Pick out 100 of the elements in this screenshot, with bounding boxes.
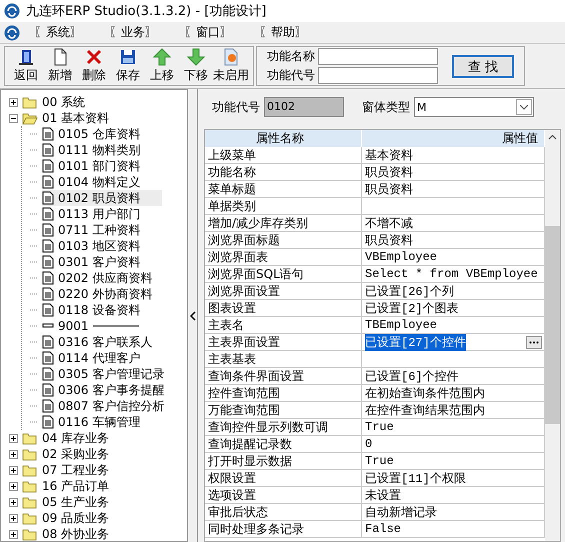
field-label: 功能代号 xyxy=(212,98,260,116)
tree-item[interactable]: 08 外协业务 xyxy=(22,526,142,541)
property-value[interactable]: 已设置[26]个列 xyxy=(362,283,545,300)
tree-item[interactable]: 0114 代理客户 xyxy=(42,350,162,366)
property-value[interactable]: 已设置[2]个图表 xyxy=(362,300,545,317)
property-name: 控件查询范围 xyxy=(205,385,362,402)
expand-icon[interactable] xyxy=(9,530,18,538)
document-icon xyxy=(42,239,54,253)
tree-item[interactable]: 0103 地区资料 xyxy=(42,238,162,254)
search-field[interactable] xyxy=(318,67,438,84)
menu-item[interactable]: 〖窗口〗 xyxy=(170,24,245,41)
more-button[interactable] xyxy=(526,336,542,348)
property-value[interactable]: 不增不减 xyxy=(362,215,545,232)
type-select[interactable]: M xyxy=(414,97,534,117)
menu-item[interactable]: 〖系统〗 xyxy=(20,24,95,41)
tree-connector xyxy=(30,341,38,343)
document-icon xyxy=(42,399,54,413)
property-value[interactable]: 在初始查询条件范围内 xyxy=(362,385,545,402)
code-field[interactable]: 0102 xyxy=(264,97,344,117)
property-value[interactable]: 已设置[11]个权限 xyxy=(362,470,545,487)
property-name: 主表界面设置 xyxy=(205,334,362,351)
toolbar-button[interactable]: 删除 xyxy=(77,47,111,85)
tree-item[interactable]: 07 工程业务 xyxy=(22,462,142,478)
toolbar-button[interactable]: 未启用 xyxy=(213,47,249,85)
tree-item[interactable]: 0102 职员资料 xyxy=(42,190,162,206)
tree-item[interactable]: 0105 仓库资料 xyxy=(42,126,162,142)
tree-item[interactable]: 0202 供应商资料 xyxy=(42,270,162,286)
expand-icon[interactable] xyxy=(9,466,18,474)
tree-item[interactable]: 04 库存业务 xyxy=(22,430,142,446)
property-value[interactable]: 职员资料 xyxy=(362,232,545,249)
toolbar-button[interactable]: 上移 xyxy=(145,47,179,85)
collapse-icon[interactable] xyxy=(9,114,18,122)
arrow-down-icon xyxy=(187,48,205,66)
expand-icon[interactable] xyxy=(9,98,18,106)
toolbar-button[interactable]: 返回 xyxy=(9,47,43,85)
tree-item[interactable]: 16 产品订单 xyxy=(22,478,142,494)
property-value[interactable]: 未设置 xyxy=(362,487,545,504)
property-name: 浏览界面设置 xyxy=(205,283,362,300)
property-value[interactable]: 在控件查询结果范围内 xyxy=(362,402,545,419)
tree-item[interactable]: 0711 工种资料 xyxy=(42,222,162,238)
menu-item[interactable]: 〖业务〗 xyxy=(95,24,170,41)
document-icon xyxy=(42,191,54,205)
find-button[interactable]: 查 找 xyxy=(452,54,514,78)
tree-item[interactable]: 0305 客户管理记录 xyxy=(42,366,168,382)
menu-item[interactable]: 〖帮助〗 xyxy=(245,24,320,41)
property-value[interactable]: 职员资料 xyxy=(362,181,545,198)
property-value[interactable]: 职员资料 xyxy=(362,164,545,181)
tree-item[interactable]: 01 基本资料 xyxy=(22,110,142,126)
tree-item[interactable]: 0316 客户联系人 xyxy=(42,334,162,350)
property-value[interactable]: 基本资料 xyxy=(362,147,545,164)
search-field[interactable] xyxy=(318,48,438,65)
field-label: 窗体类型 xyxy=(362,98,410,116)
document-icon xyxy=(42,127,54,141)
tree-item[interactable]: 0220 外协商资料 xyxy=(42,286,162,302)
expand-icon[interactable] xyxy=(9,450,18,458)
expand-icon[interactable] xyxy=(9,434,18,442)
expand-icon[interactable] xyxy=(9,514,18,522)
tree-connector xyxy=(30,197,38,199)
folder-icon xyxy=(22,496,38,508)
property-value[interactable]: True xyxy=(362,419,545,436)
folder-icon xyxy=(22,480,38,492)
tree-item[interactable]: 02 采购业务 xyxy=(22,446,142,462)
property-value[interactable]: VBEmployee xyxy=(362,249,545,266)
tree-item[interactable]: 0104 物料定义 xyxy=(42,174,162,190)
tree-item[interactable]: 0301 客户资料 xyxy=(42,254,162,270)
property-name: 同时处理多条记录 xyxy=(205,521,362,538)
property-value[interactable]: 0 xyxy=(362,436,545,453)
property-value[interactable]: True xyxy=(362,453,545,470)
tree-item[interactable]: 0306 客户事务提醒 xyxy=(42,382,168,398)
tree-item[interactable]: 0101 部门资料 xyxy=(42,158,162,174)
property-value[interactable]: 已设置[6]个控件 xyxy=(362,368,545,385)
column-header: 属性值 xyxy=(362,130,545,147)
tree-item[interactable]: 0118 设备资料 xyxy=(42,302,162,318)
close-icon xyxy=(85,48,103,66)
tree-item[interactable]: 09 品质业务 xyxy=(22,510,142,526)
toolbar-button[interactable]: 保存 xyxy=(111,47,145,85)
property-value[interactable]: Select * from VBEmployee xyxy=(362,266,545,283)
field-label: 功能代号 xyxy=(267,67,315,84)
document-icon xyxy=(42,255,54,269)
tree-item[interactable]: 0113 用户部门 xyxy=(42,206,162,222)
logo-icon xyxy=(4,24,20,40)
toolbar-button[interactable]: 新增 xyxy=(43,47,77,85)
document-icon xyxy=(42,351,54,365)
scrollbar-thumb[interactable] xyxy=(545,226,560,424)
tree-item[interactable]: 0116 车辆管理 xyxy=(42,414,162,430)
tree-item[interactable]: 0807 客户信控分析 xyxy=(42,398,168,414)
expand-icon[interactable] xyxy=(9,498,18,506)
expand-icon[interactable] xyxy=(9,482,18,490)
document-icon xyxy=(42,159,54,173)
tree-item[interactable]: 05 生产业务 xyxy=(22,494,142,510)
tree-item[interactable]: 00 系统 xyxy=(22,94,142,110)
chevron-left-icon[interactable] xyxy=(190,310,196,320)
tree-connector xyxy=(30,261,38,263)
toolbar-button[interactable]: 下移 xyxy=(179,47,213,85)
arrow-up-icon xyxy=(153,48,171,66)
property-value[interactable]: False xyxy=(362,521,545,538)
tree-item[interactable]: 0111 物料类别 xyxy=(42,142,162,158)
property-value[interactable]: 自动新增记录 xyxy=(362,504,545,521)
tree-item[interactable]: 9001 xyxy=(42,318,162,334)
document-icon xyxy=(42,223,54,237)
